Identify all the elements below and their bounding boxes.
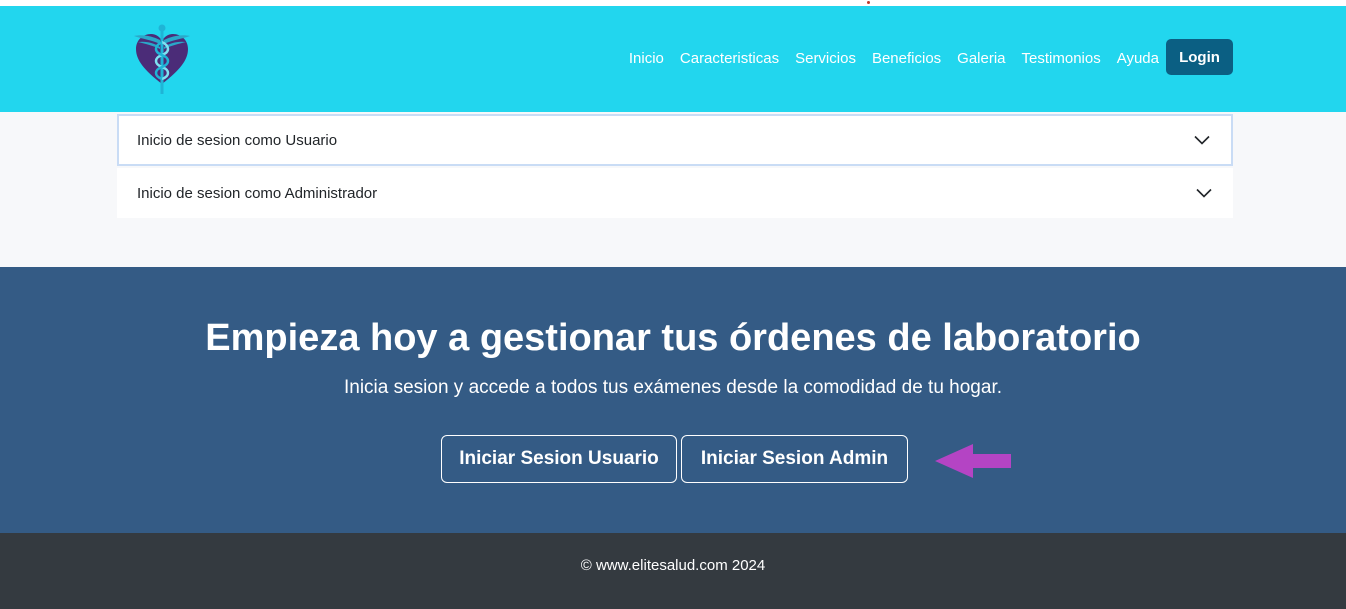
footer-copyright: © www.elitesalud.com 2024 <box>580 557 766 574</box>
nav-link-testimonios[interactable]: Testimonios <box>1022 50 1101 67</box>
nav-link-ayuda[interactable]: Ayuda <box>1117 50 1159 67</box>
footer: © www.elitesalud.com 2024 <box>0 533 1346 609</box>
top-dot <box>867 1 870 4</box>
caduceus-heart-logo-icon[interactable] <box>130 22 194 98</box>
login-admin-button[interactable]: Iniciar Sesion Admin <box>681 435 908 483</box>
accordion-label-usuario: Inicio de sesion como Usuario <box>137 131 338 149</box>
nav-link-caracteristicas[interactable]: Caracteristicas <box>680 50 779 67</box>
accordion-item-usuario[interactable]: Inicio de sesion como Usuario <box>117 114 1233 166</box>
chevron-down-icon <box>1196 188 1212 198</box>
nav-link-galeria[interactable]: Galeria <box>957 50 1005 67</box>
login-accordion: Inicio de sesion como Usuario Inicio de … <box>0 112 1346 267</box>
nav-links: Inicio Caracteristicas Servicios Benefic… <box>629 50 1159 67</box>
nav-link-beneficios[interactable]: Beneficios <box>872 50 941 67</box>
cta-section: Empieza hoy a gestionar tus órdenes de l… <box>0 267 1346 533</box>
accordion-item-administrador[interactable]: Inicio de sesion como Administrador <box>117 168 1233 218</box>
cta-subtitle: Inicia sesion y accede a todos tus exáme… <box>343 377 1003 398</box>
navbar: Inicio Caracteristicas Servicios Benefic… <box>0 6 1346 112</box>
accordion-label-administrador: Inicio de sesion como Administrador <box>137 184 378 202</box>
arrow-left-icon <box>935 444 1011 478</box>
cta-title: Empieza hoy a gestionar tus órdenes de l… <box>205 317 1141 359</box>
login-button[interactable]: Login <box>1166 39 1233 75</box>
login-user-button[interactable]: Iniciar Sesion Usuario <box>441 435 677 483</box>
nav-link-inicio[interactable]: Inicio <box>629 50 664 67</box>
nav-link-servicios[interactable]: Servicios <box>795 50 856 67</box>
chevron-down-icon <box>1194 135 1210 145</box>
